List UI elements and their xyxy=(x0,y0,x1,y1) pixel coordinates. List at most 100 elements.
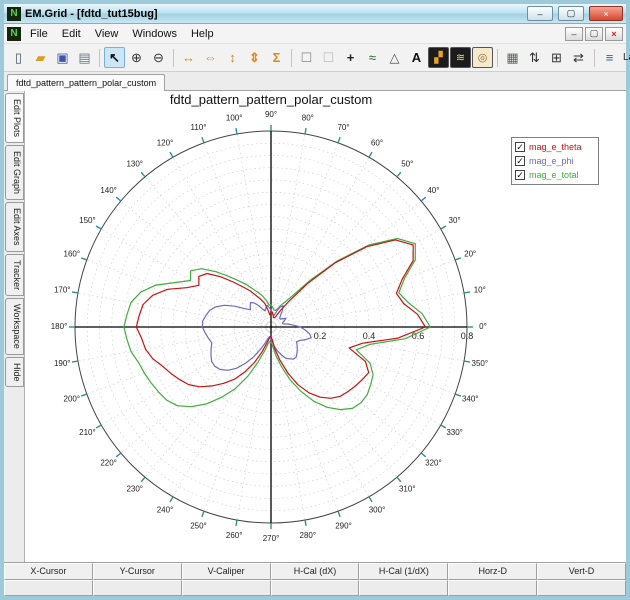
add-marker-icon[interactable]: + xyxy=(340,47,361,68)
angle-label: 80° xyxy=(302,113,314,122)
angle-label: 110° xyxy=(191,123,207,132)
angle-tick xyxy=(304,127,307,135)
status-header-vert-d: Vert-D xyxy=(537,563,626,580)
checkerboard-icon[interactable]: ▦ xyxy=(502,47,523,68)
grid-spoke xyxy=(236,133,272,328)
radius-label: 0.4 xyxy=(363,331,376,341)
tab-fdtd-pattern-polar-custom[interactable]: fdtd_pattern_pattern_polar_custom xyxy=(7,74,166,91)
angle-tick xyxy=(140,171,146,178)
side-tab-hide[interactable]: Hide xyxy=(5,356,24,388)
angle-label: 230° xyxy=(126,485,143,494)
legend-item-mag-e-phi[interactable]: ✓ mag_e_phi xyxy=(515,154,595,168)
v-arrows-icon[interactable]: ⇅ xyxy=(524,47,545,68)
angle-tick xyxy=(169,496,174,503)
menu-windows[interactable]: Windows xyxy=(125,26,184,42)
tab-bar: fdtd_pattern_pattern_polar_custom xyxy=(4,72,626,91)
text-tool-icon[interactable]: A xyxy=(406,47,427,68)
zoom-out-icon[interactable]: ⊖ xyxy=(148,47,169,68)
save-icon[interactable]: ▣ xyxy=(52,47,73,68)
radius-label: 0.2 xyxy=(314,331,327,341)
angle-label: 320° xyxy=(425,458,442,467)
minimize-button[interactable]: – xyxy=(527,6,553,21)
close-button[interactable]: × xyxy=(589,6,623,21)
angle-label: 130° xyxy=(126,160,143,169)
angle-tick xyxy=(169,151,174,158)
menu-help[interactable]: Help xyxy=(184,26,221,42)
menu-edit[interactable]: Edit xyxy=(55,26,88,42)
status-header-y-cursor: Y-Cursor xyxy=(92,563,182,580)
angle-label: 340° xyxy=(462,395,479,404)
chart-title: fdtd_pattern_pattern_polar_custom xyxy=(170,92,372,107)
angle-label: 190° xyxy=(54,359,71,368)
side-tab-edit-graph[interactable]: Edit Graph xyxy=(5,145,24,201)
legend-label: mag_e_theta xyxy=(529,142,582,152)
status-value xyxy=(537,579,626,596)
legend-checkbox[interactable]: ✓ xyxy=(515,142,525,152)
angle-tick xyxy=(140,476,146,483)
side-tab-edit-plots[interactable]: Edit Plots xyxy=(5,93,24,144)
angle-tick xyxy=(71,360,79,363)
zoom-in-icon[interactable]: ⊕ xyxy=(126,47,147,68)
angle-tick xyxy=(454,393,462,397)
app-icon: N xyxy=(7,6,21,21)
menu-view[interactable]: View xyxy=(88,26,126,42)
angle-tick xyxy=(440,424,447,429)
app-window: N EM.Grid - [fdtd_tut15bug] – ▢ × N File… xyxy=(0,0,630,600)
angle-tick xyxy=(454,257,462,261)
angle-label: 10° xyxy=(474,285,486,294)
angle-label: 170° xyxy=(54,285,71,294)
pointer-tool-icon[interactable]: ↖ xyxy=(104,47,125,68)
toolbar-separator xyxy=(594,48,595,67)
status-value xyxy=(359,579,449,596)
angle-label: 30° xyxy=(449,216,461,225)
region-box-icon[interactable]: ☐ xyxy=(296,47,317,68)
grid-spoke xyxy=(270,200,422,328)
side-tab-edit-axes[interactable]: Edit Axes xyxy=(5,202,24,252)
h-fit-icon[interactable]: ⇔ xyxy=(200,47,221,68)
toolbar: ▯▰▣▤↖⊕⊖↔⇔↕⇕Σ☐☐+≈△A▞≋◎▦⇅⊞⇄≡Layout xyxy=(4,44,630,72)
contour-icon[interactable]: ◎ xyxy=(472,47,493,68)
grid-spoke xyxy=(86,259,272,328)
title-bar[interactable]: N EM.Grid - [fdtd_tut15bug] – ▢ × xyxy=(4,4,626,24)
grid-icon[interactable]: ⊞ xyxy=(546,47,567,68)
legend-checkbox[interactable]: ✓ xyxy=(515,156,525,166)
curve-tool-icon[interactable]: ≈ xyxy=(362,47,383,68)
h-arrows-icon[interactable]: ⇄ xyxy=(568,47,589,68)
mdi-restore-button[interactable]: ▢ xyxy=(585,26,603,41)
status-header-horz-d: Horz-D xyxy=(448,563,538,580)
maximize-button[interactable]: ▢ xyxy=(558,6,584,21)
angle-tick xyxy=(396,171,402,178)
legend-checkbox[interactable]: ✓ xyxy=(515,170,525,180)
legend-item-mag-e-total[interactable]: ✓ mag_e_total xyxy=(515,168,595,182)
angle-tick xyxy=(420,452,427,458)
plot-area: fdtd_pattern_pattern_polar_custom 0° 10° 20… xyxy=(24,91,626,562)
v-fit-icon[interactable]: ⇕ xyxy=(244,47,265,68)
angle-label: 160° xyxy=(64,250,81,259)
grid-spoke xyxy=(270,292,465,328)
triangle-marker-icon[interactable]: △ xyxy=(384,47,405,68)
status-value xyxy=(181,579,271,596)
toolbar-separator xyxy=(291,48,292,67)
angle-label: 310° xyxy=(399,485,416,494)
side-tab-tracker[interactable]: Tracker xyxy=(5,253,24,296)
layout-icon[interactable]: ≡ xyxy=(599,47,620,68)
mdi-minimize-button[interactable]: – xyxy=(565,26,583,41)
open-folder-icon[interactable]: ▰ xyxy=(30,47,51,68)
side-tab-workspace[interactable]: Workspace xyxy=(5,297,24,355)
mdi-close-button[interactable]: × xyxy=(605,26,623,41)
grid-spoke xyxy=(144,326,272,478)
v-expand-icon[interactable]: ↕ xyxy=(222,47,243,68)
autoscale-icon[interactable]: Σ xyxy=(266,47,287,68)
print-icon[interactable]: ▤ xyxy=(74,47,95,68)
colormap-icon[interactable]: ▞ xyxy=(428,47,449,68)
angle-label: 260° xyxy=(226,531,243,540)
angle-label: 120° xyxy=(157,139,174,148)
waterfall-icon[interactable]: ≋ xyxy=(450,47,471,68)
h-expand-icon[interactable]: ↔ xyxy=(178,47,199,68)
menu-file[interactable]: File xyxy=(23,26,55,42)
legend: ✓ mag_e_theta ✓ mag_e_phi ✓ mag_e_total xyxy=(511,137,599,185)
menu-bar: N File Edit View Windows Help – ▢ × xyxy=(4,24,626,44)
region-box2-icon[interactable]: ☐ xyxy=(318,47,339,68)
legend-item-mag-e-theta[interactable]: ✓ mag_e_theta xyxy=(515,140,595,154)
new-file-icon[interactable]: ▯ xyxy=(8,47,29,68)
